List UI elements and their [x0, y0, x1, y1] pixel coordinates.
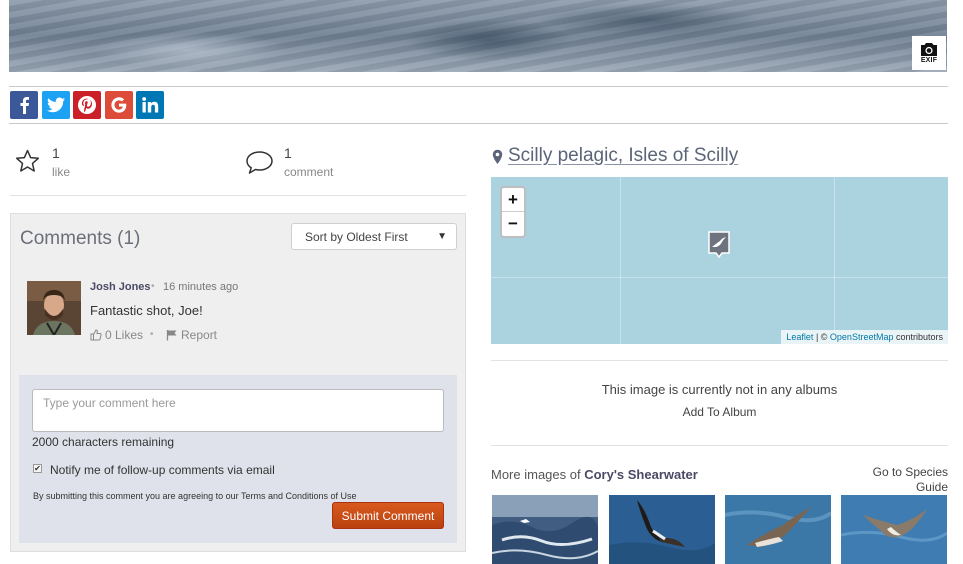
share-linkedin-button[interactable]	[136, 91, 164, 119]
divider	[10, 195, 466, 196]
divider	[491, 360, 948, 361]
add-to-album-link[interactable]: Add To Album	[491, 405, 948, 419]
like-count: 1	[52, 145, 60, 161]
share-twitter-button[interactable]	[42, 91, 70, 119]
divider	[9, 123, 948, 124]
divider	[491, 445, 948, 446]
species-guide-link[interactable]: Go to Species Guide	[860, 465, 948, 495]
zoom-control: + −	[500, 186, 526, 238]
notify-label[interactable]: Notify me of follow-up comments via emai…	[50, 463, 275, 477]
comment-likes-label: 0 Likes	[105, 328, 144, 342]
chars-remaining: 2000 characters remaining	[32, 435, 175, 449]
camera-icon	[921, 43, 937, 56]
map-pin-icon	[492, 149, 503, 164]
terms-text: By submitting this comment you are agree…	[33, 491, 357, 501]
notify-checkbox[interactable]: ✔	[33, 464, 42, 473]
terms-link[interactable]: Terms and Conditions of Use	[241, 491, 357, 501]
separator-dot: •	[151, 281, 155, 292]
thumbs-up-icon	[90, 329, 102, 341]
divider	[9, 86, 948, 87]
attribution-separator: | ©	[813, 332, 830, 342]
twitter-icon	[47, 97, 65, 113]
comment-form: 2000 characters remaining ✔ Notify me of…	[19, 375, 457, 543]
thumbnail-3[interactable]	[725, 495, 831, 564]
avatar[interactable]	[27, 281, 81, 335]
star-icon[interactable]	[15, 149, 40, 173]
sort-selected-value: Sort by Oldest First	[305, 230, 408, 244]
flag-icon	[166, 330, 177, 341]
comment-like-button[interactable]: 0 Likes	[90, 328, 143, 342]
comment-report-button[interactable]: Report	[166, 328, 217, 342]
thumbnail-4[interactable]	[841, 495, 947, 564]
like-label: like	[52, 165, 71, 179]
linkedin-icon	[142, 97, 159, 113]
comment-author[interactable]: Josh Jones	[90, 281, 151, 293]
speech-bubble-icon[interactable]	[245, 150, 274, 175]
openstreetmap-link[interactable]: OpenStreetMap	[830, 332, 894, 342]
species-guide-line2: Guide	[915, 480, 948, 494]
zoom-in-button[interactable]: +	[502, 188, 524, 212]
exif-button[interactable]: EXIF	[912, 36, 946, 70]
comments-title: Comments (1)	[20, 228, 141, 249]
terms-prefix: By submitting this comment you are agree…	[33, 491, 241, 501]
share-google-button[interactable]	[105, 91, 133, 119]
sort-select[interactable]: Sort by Oldest First ▼	[291, 223, 457, 250]
caret-down-icon: ▼	[437, 231, 447, 242]
comment-report-label: Report	[181, 328, 218, 342]
map-attribution: Leaflet | © OpenStreetMap contributors	[781, 330, 948, 344]
comment-label: comment	[284, 165, 334, 179]
attribution-suffix: contributors	[893, 332, 943, 342]
hero-image: EXIF	[9, 0, 947, 72]
pinterest-icon	[78, 96, 96, 114]
species-guide-line1: Go to Species	[872, 465, 948, 479]
comment-timestamp: 16 minutes ago	[163, 281, 239, 293]
facebook-icon	[20, 97, 29, 114]
share-facebook-button[interactable]	[10, 91, 38, 119]
exif-label: EXIF	[920, 57, 938, 64]
map-gridline	[834, 177, 835, 344]
thumbnail-2[interactable]	[609, 495, 715, 564]
map-gridline	[491, 277, 948, 278]
avatar-image	[27, 281, 81, 335]
location-map[interactable]: + − Leaflet | © OpenStreetMap contributo…	[491, 177, 948, 344]
google-icon	[111, 97, 127, 113]
leaflet-link[interactable]: Leaflet	[786, 332, 813, 342]
albums-note: This image is currently not in any album…	[601, 382, 838, 397]
comment-text: Fantastic shot, Joe!	[90, 303, 203, 318]
comment-input[interactable]	[32, 389, 444, 432]
separator-dot: •	[150, 329, 154, 340]
thumbnail-1[interactable]	[492, 495, 598, 564]
share-pinterest-button[interactable]	[73, 91, 101, 119]
zoom-out-button[interactable]: −	[502, 212, 524, 236]
more-images-heading: More images of Cory's Shearwater	[491, 467, 698, 482]
bird-marker-icon[interactable]	[707, 231, 731, 259]
more-images-prefix: More images of	[491, 467, 585, 482]
species-name-link[interactable]: Cory's Shearwater	[584, 467, 698, 482]
comments-panel: Comments (1) Sort by Oldest First ▼ Josh…	[10, 213, 466, 552]
submit-comment-button[interactable]: Submit Comment	[332, 502, 444, 529]
comment-count: 1	[284, 145, 292, 161]
map-gridline	[620, 177, 621, 344]
location-link[interactable]: Scilly pelagic, Isles of Scilly	[508, 145, 738, 167]
